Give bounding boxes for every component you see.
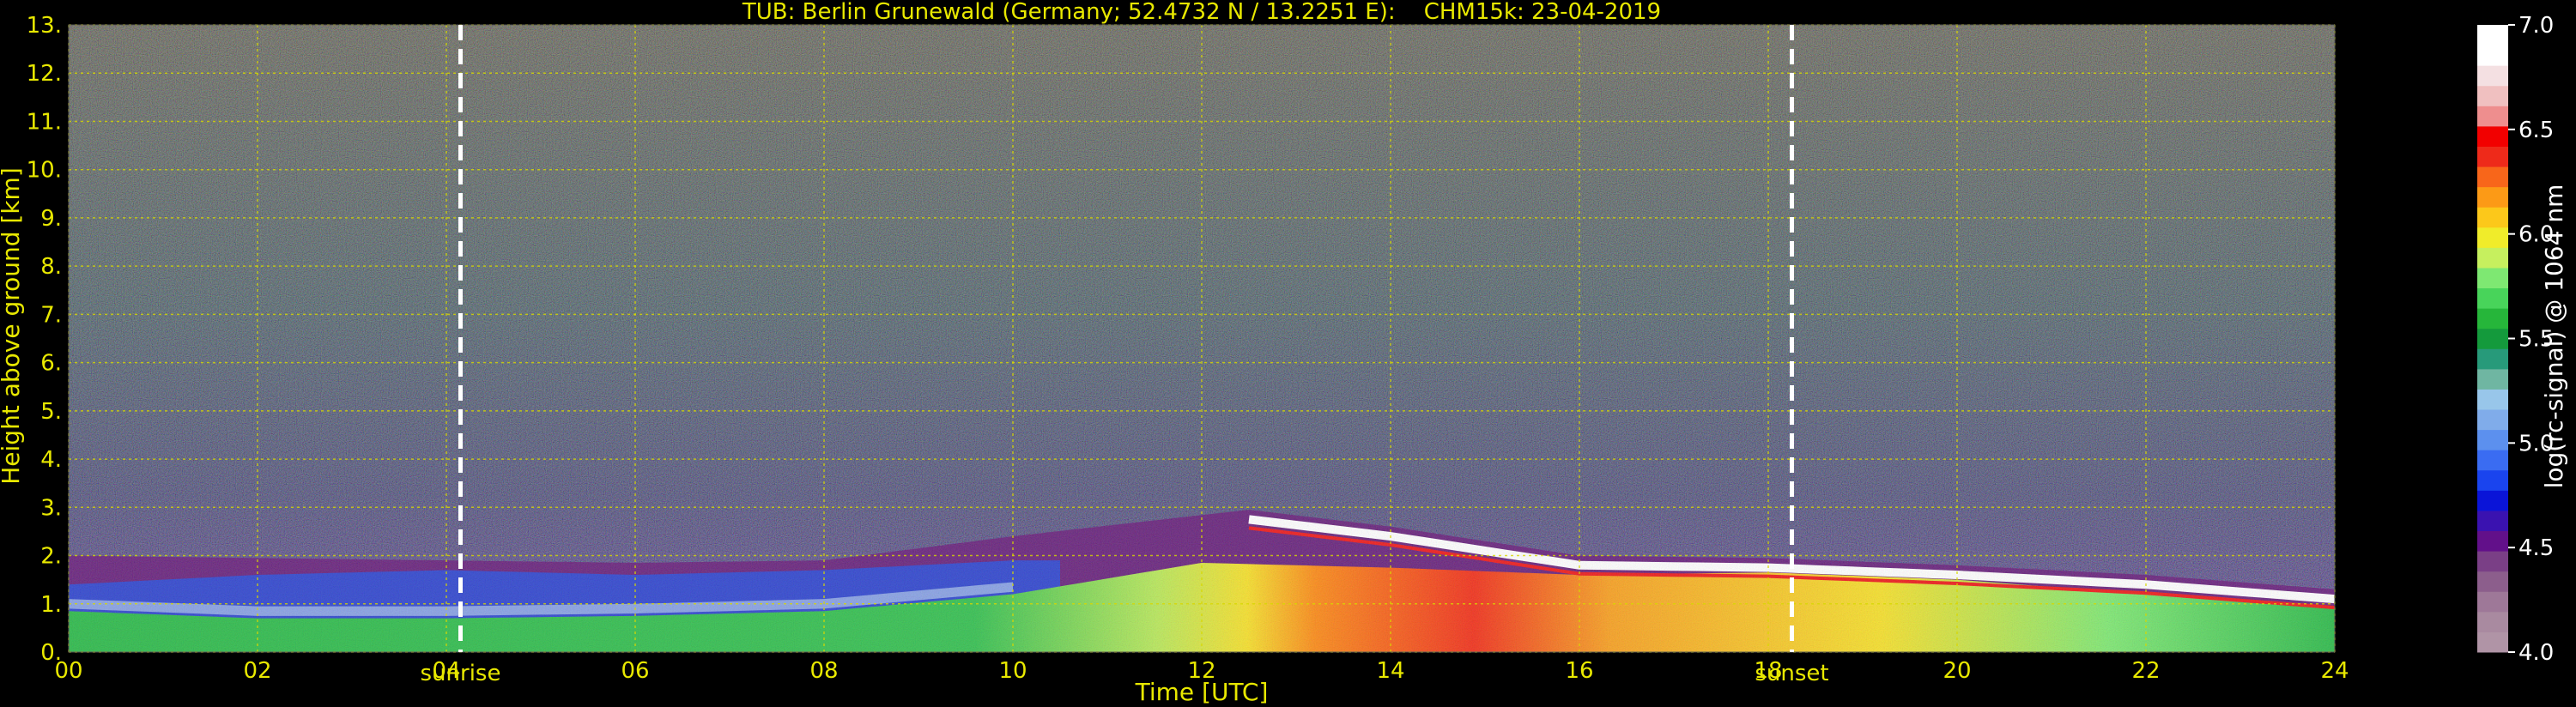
colorbar-segment [2477,227,2508,248]
colorbar-segment [2477,429,2508,450]
x-axis-label: Time [UTC] [1135,678,1269,706]
sunset-label: sunset [1755,661,1828,686]
colorbar-tick-label: 6.5 [2518,118,2554,143]
colorbar-segment [2477,551,2508,572]
y-tick-label: 12. [27,61,62,87]
x-tick-label: 14 [1376,658,1404,684]
x-tick-label: 02 [243,658,271,684]
sunrise-label: sunrise [421,661,501,686]
y-tick-label: 0. [40,640,62,666]
y-tick-label: 2. [40,544,62,570]
colorbar-segment [2477,611,2508,632]
y-tick-label: 8. [40,254,62,280]
y-tick-label: 6. [40,351,62,377]
y-tick-label: 10. [27,158,62,184]
y-axis-label: Height above ground [km] [0,167,25,485]
colorbar-segment [2477,207,2508,228]
colorbar-segment [2477,490,2508,511]
x-tick-label: 20 [1943,658,1971,684]
colorbar-segment [2477,591,2508,613]
colorbar-segment [2477,125,2508,147]
chart-title: TUB: Berlin Grunewald (Germany; 52.4732 … [742,0,1661,25]
y-tick-label: 1. [40,592,62,618]
colorbar-segment [2477,25,2508,46]
colorbar-segment [2477,287,2508,309]
colorbar-segment [2477,85,2508,106]
y-tick-label: 9. [40,206,62,232]
plot-area: 00 02 04 06 08 10 12 14 16 18 20 22 240.1.2.3.4.5.6.… [27,13,2349,686]
colorbar-tick-label: 4.5 [2518,535,2554,561]
colorbar-segment [2477,247,2508,269]
x-tick-label: 16 [1565,658,1593,684]
colorbar-segment [2477,530,2508,552]
x-tick-label: 10 [998,658,1027,684]
colorbar-segment [2477,631,2508,653]
colorbar-segment [2477,450,2508,471]
colorbar-segment [2477,308,2508,329]
colorbar-segment [2477,166,2508,188]
y-tick-label: 7. [40,302,62,328]
colorbar-segment [2477,186,2508,208]
colorbar-segment [2477,267,2508,289]
colorbar-tick-label: 7.0 [2518,13,2554,39]
x-tick-label: 06 [621,658,649,684]
x-tick-label: 08 [809,658,838,684]
colorbar-segment [2477,146,2508,167]
colorbar-tick-label: 4.0 [2518,640,2554,666]
y-tick-label: 3. [40,495,62,521]
colorbar-segment [2477,510,2508,532]
lidar-chart: 00 02 04 06 08 10 12 14 16 18 20 22 240.1.2.3.4.5.6.… [0,0,2568,706]
y-tick-label: 5. [40,399,62,425]
colorbar-segment [2477,389,2508,410]
x-tick-label: 24 [2320,658,2349,684]
colorbar-segment [2477,328,2508,349]
colorbar-segment [2477,65,2508,87]
colorbar-segment [2477,348,2508,370]
colorbar-segment [2477,409,2508,431]
colorbar-segment [2477,106,2508,127]
x-tick-label: 22 [2131,658,2160,684]
colorbar-segment [2477,571,2508,592]
colorbar-label: log(rc-signal) @ 1064 nm [2540,184,2568,489]
y-tick-label: 4. [40,447,62,473]
y-tick-label: 13. [27,13,62,39]
colorbar-segment [2477,45,2508,66]
colorbar-segment [2477,368,2508,390]
y-tick-label: 11. [27,109,62,135]
colorbar-segment [2477,469,2508,491]
